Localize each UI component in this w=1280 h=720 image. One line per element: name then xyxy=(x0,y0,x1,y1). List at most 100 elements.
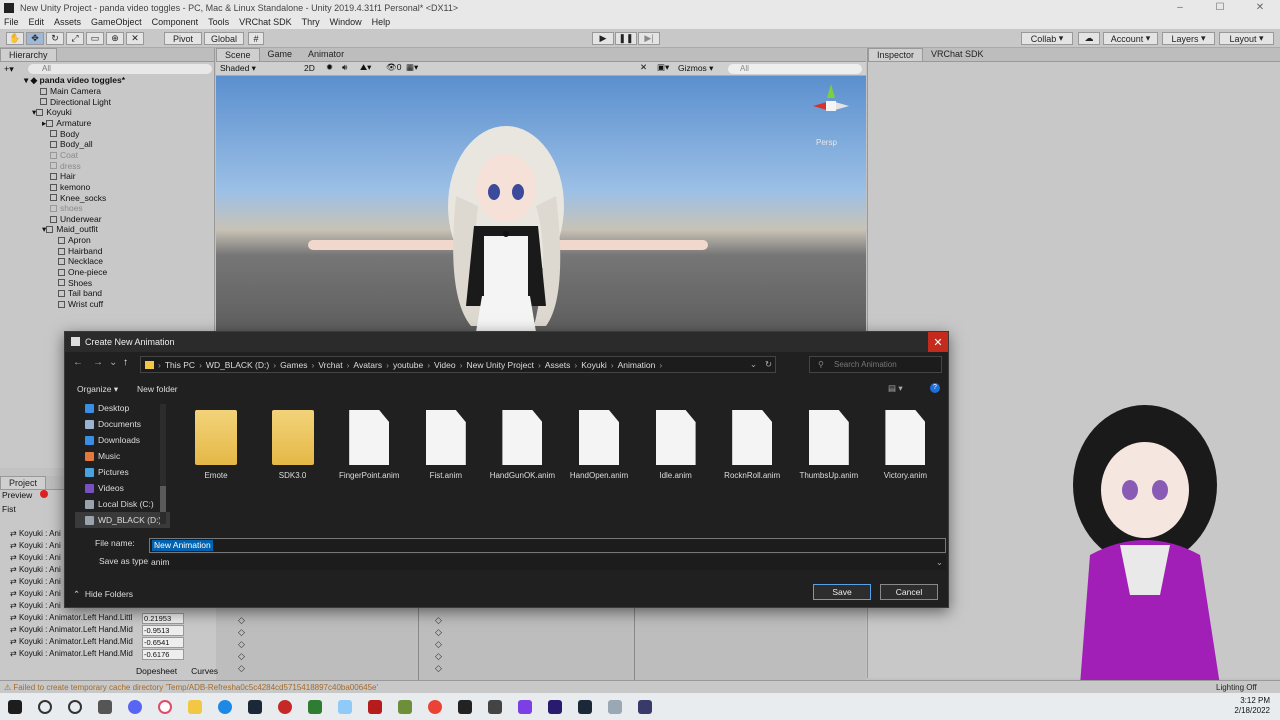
hand-tool-icon[interactable]: ✋ xyxy=(6,32,24,45)
menu-file[interactable]: File xyxy=(4,17,19,27)
app-icon-green[interactable] xyxy=(308,699,322,714)
menu-assets[interactable]: Assets xyxy=(54,17,81,27)
menu-tools[interactable]: Tools xyxy=(208,17,229,27)
gizmos-dropdown[interactable]: Gizmos ▾ xyxy=(678,63,713,74)
address-bar[interactable]: › This PC › WD_BLACK (D:) › Games › Vrchat › Ava… xyxy=(140,356,776,373)
hierarchy-item[interactable]: shoes xyxy=(50,203,83,214)
tab-project[interactable]: Project xyxy=(0,476,47,489)
hierarchy-item[interactable]: dress xyxy=(50,161,81,172)
grid-toggle-icon[interactable]: ▦▾ xyxy=(406,62,418,73)
breadcrumb-item[interactable]: Koyuki xyxy=(581,360,607,370)
start-icon[interactable] xyxy=(8,699,22,714)
menu-thry[interactable]: Thry xyxy=(302,17,320,27)
mode-2d-toggle[interactable]: 2D xyxy=(304,63,315,73)
organize-button[interactable]: Organize ▾ xyxy=(77,384,118,395)
nav-item[interactable]: Music xyxy=(75,448,170,464)
breadcrumb-separator-icon[interactable]: › xyxy=(574,360,577,370)
hierarchy-item[interactable]: Main Camera xyxy=(40,86,101,97)
unity-taskbar-icon[interactable] xyxy=(458,699,472,714)
file-name-dropdown-icon[interactable]: ⌄ xyxy=(152,540,942,551)
hierarchy-item[interactable]: ▾ Koyuki xyxy=(32,107,72,118)
unity-hub-icon[interactable] xyxy=(488,699,502,714)
add-object-button[interactable]: +▾ xyxy=(4,64,16,74)
hierarchy-item[interactable]: ▸ Armature xyxy=(42,118,91,129)
tab-scene[interactable]: Scene xyxy=(216,48,260,61)
breadcrumb-separator-icon[interactable]: › xyxy=(199,360,202,370)
hierarchy-item[interactable]: Coat xyxy=(50,150,78,161)
breadcrumb-separator-icon[interactable]: › xyxy=(386,360,389,370)
app-icon-red[interactable] xyxy=(278,699,292,714)
record-icon[interactable] xyxy=(40,490,48,498)
animation-property-row[interactable]: ⇄ Koyuki : Ani xyxy=(10,529,61,541)
steam-icon[interactable] xyxy=(248,699,262,714)
hierarchy-item[interactable]: Knee_socks xyxy=(50,193,106,204)
up-icon[interactable]: ↑ xyxy=(123,357,128,368)
minimize-button[interactable]: – xyxy=(1160,0,1200,15)
breadcrumb-item[interactable]: This PC xyxy=(165,360,195,370)
lighting-toggle-icon[interactable]: ✹ xyxy=(326,62,333,73)
tab-inspector[interactable]: Inspector xyxy=(868,48,924,61)
hierarchy-item[interactable]: Necklace xyxy=(58,256,103,267)
property-value-field[interactable]: -0.6541 xyxy=(142,637,184,648)
nav-item[interactable]: Videos xyxy=(75,480,170,496)
nav-scrollbar[interactable] xyxy=(160,404,166,524)
move-tool-icon[interactable]: ✥ xyxy=(26,32,44,45)
hierarchy-item[interactable]: ▾ Maid_outfit xyxy=(42,224,98,235)
clip-selector[interactable]: Fist xyxy=(2,504,16,514)
new-folder-button[interactable]: New folder xyxy=(137,384,178,394)
save-button[interactable]: Save xyxy=(813,584,871,600)
hierarchy-item[interactable]: Tail band xyxy=(58,288,102,299)
file-explorer-icon[interactable] xyxy=(188,699,202,714)
file-item[interactable]: FingerPoint.anim xyxy=(334,410,404,481)
steam-vr-icon[interactable] xyxy=(578,699,592,714)
breadcrumb-item[interactable]: Vrchat xyxy=(318,360,342,370)
cloud-icon[interactable]: ☁ xyxy=(1078,32,1100,45)
recent-icon[interactable]: ⌄ xyxy=(109,357,117,368)
file-item[interactable]: ThumbsUp.anim xyxy=(794,410,864,481)
pause-button[interactable]: ❚❚ xyxy=(615,32,637,45)
edge-icon[interactable] xyxy=(218,699,232,714)
shading-dropdown[interactable]: Shaded ▾ xyxy=(220,63,256,74)
file-item[interactable]: Victory.anim xyxy=(870,410,940,481)
minecraft-icon[interactable] xyxy=(398,699,412,714)
help-icon[interactable]: ? xyxy=(930,383,940,393)
step-button[interactable]: ▶| xyxy=(638,32,660,45)
animation-property-row[interactable]: ⇄ Koyuki : Animator.Left Hand.Mid -0.9513 xyxy=(10,625,184,637)
refresh-icon[interactable]: ↻ xyxy=(765,359,772,370)
breadcrumb-separator-icon[interactable]: › xyxy=(427,360,430,370)
file-item[interactable]: HandGunOK.anim xyxy=(487,410,557,481)
hierarchy-item[interactable]: Body_all xyxy=(50,139,93,150)
tab-curves[interactable]: Curves xyxy=(191,666,218,676)
nav-item[interactable]: Local Disk (C:) xyxy=(75,496,170,512)
breadcrumb-item[interactable]: Avatars xyxy=(353,360,382,370)
scene-viewport[interactable]: Persp xyxy=(216,76,866,332)
app-icon-blue[interactable] xyxy=(338,699,352,714)
custom-tool-icon[interactable]: ✕ xyxy=(126,32,144,45)
camera-icon[interactable]: ▣▾ xyxy=(657,62,669,73)
property-value-field[interactable]: 0.21953 xyxy=(142,613,184,624)
breadcrumb-separator-icon[interactable]: › xyxy=(273,360,276,370)
maximize-button[interactable]: ☐ xyxy=(1200,0,1240,15)
rect-tool-icon[interactable]: ▭ xyxy=(86,32,104,45)
transform-tool-icon[interactable]: ⊕ xyxy=(106,32,124,45)
layers-dropdown[interactable]: Layers ▾ xyxy=(1162,32,1215,45)
preview-button[interactable]: Preview xyxy=(2,490,32,500)
hierarchy-item[interactable]: Hair xyxy=(50,171,76,182)
hierarchy-item[interactable]: Directional Light xyxy=(40,97,111,108)
tab-vrchat-sdk[interactable]: VRChat SDK xyxy=(923,48,992,61)
tools-icon[interactable]: ✕ xyxy=(640,62,647,73)
tab-hierarchy[interactable]: Hierarchy xyxy=(0,48,57,61)
folder-item[interactable]: SDK3.0 xyxy=(258,410,328,481)
task-view-icon[interactable] xyxy=(98,699,112,714)
file-item[interactable]: RocknRoll.anim xyxy=(717,410,787,481)
hierarchy-search-input[interactable]: All xyxy=(28,64,212,74)
file-item[interactable]: HandOpen.anim xyxy=(564,410,634,481)
hierarchy-item[interactable]: kemono xyxy=(50,182,90,193)
breadcrumb-item[interactable]: Animation xyxy=(618,360,656,370)
hierarchy-item[interactable]: Wrist cuff xyxy=(58,299,103,310)
menu-edit[interactable]: Edit xyxy=(29,17,45,27)
address-dropdown-icon[interactable]: ⌄ xyxy=(750,359,757,370)
hierarchy-item[interactable]: Shoes xyxy=(58,278,92,289)
tab-game[interactable]: Game xyxy=(260,48,301,61)
cortana-icon[interactable] xyxy=(68,699,82,714)
